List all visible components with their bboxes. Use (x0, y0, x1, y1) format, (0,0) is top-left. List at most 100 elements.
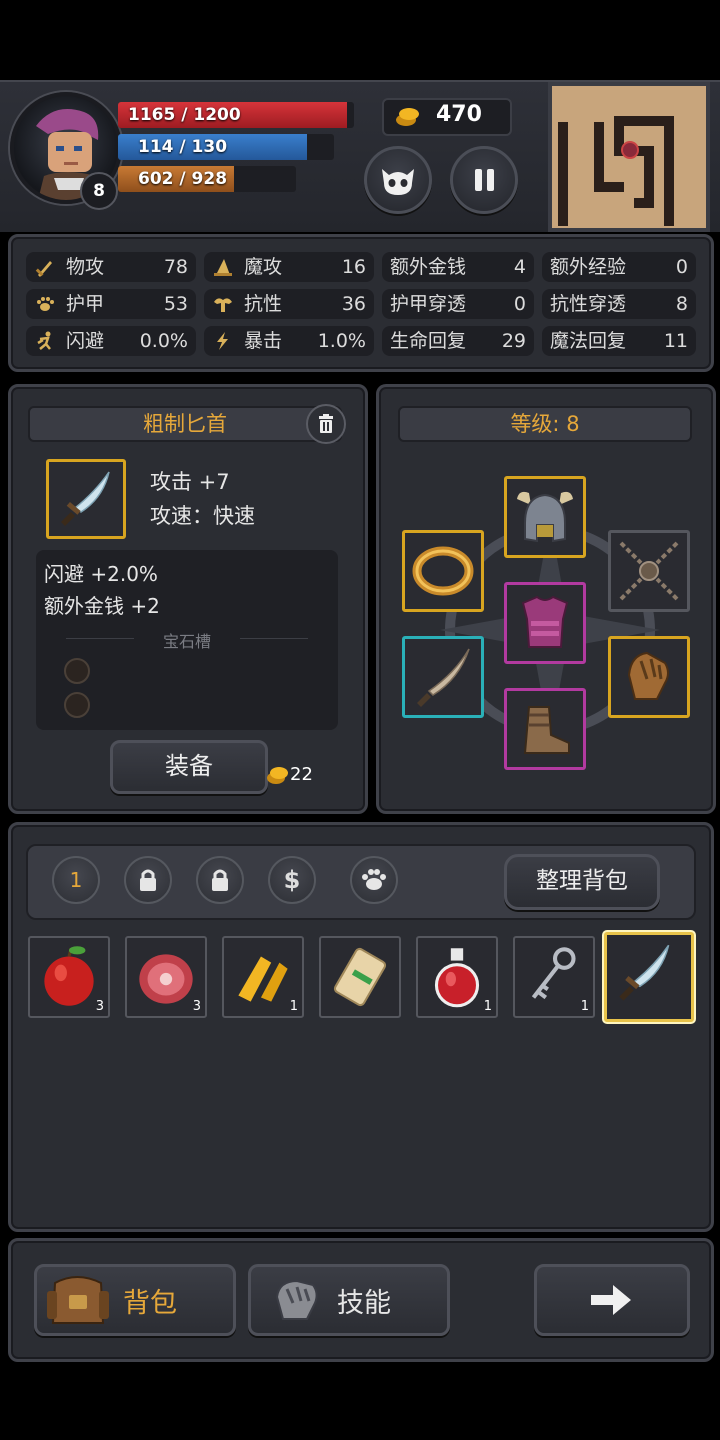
gold-amount: 470 (436, 102, 482, 127)
stat-value: 16 (341, 256, 366, 278)
monster-info-button[interactable] (364, 146, 432, 214)
stat-label: 闪避 (66, 330, 105, 352)
skills-tab-label: 技能 (337, 1288, 391, 1319)
lock-icon (212, 869, 228, 891)
paw-icon (362, 869, 386, 890)
inventory-slot[interactable] (604, 932, 694, 1022)
item-sell-price: 22 (290, 764, 313, 785)
equip-slot-helmet[interactable] (504, 476, 586, 558)
sword-icon (35, 261, 52, 277)
item-count: 1 (580, 999, 589, 1014)
stat-cell: 闪避 0.0% (26, 326, 196, 356)
gem-slot-1[interactable] (64, 658, 90, 684)
bag-page-tab-locked-1[interactable] (124, 856, 172, 904)
inventory-slot[interactable]: 1 (416, 936, 498, 1018)
ring-icon (412, 546, 474, 596)
equipment-level-header: 等级: 8 (398, 406, 692, 442)
inventory-slot[interactable] (319, 936, 401, 1018)
chain-amulet-icon (619, 541, 679, 601)
bag-tab-label: 背包 (123, 1288, 177, 1319)
stat-cell: 魔攻 16 (204, 252, 374, 282)
inventory-slot[interactable]: 3 (28, 936, 110, 1018)
weapon-blade-icon (417, 648, 470, 707)
stat-cell: 暴击 1.0% (204, 326, 374, 356)
stat-cell: 额外经验 0 (542, 252, 696, 282)
item-name-header: 粗制匕首 (28, 406, 342, 442)
item-preview-slot (46, 459, 126, 539)
xp-bar: 602 / 928 (118, 166, 296, 192)
stat-label: 抗性 (244, 293, 283, 315)
stat-value: 4 (513, 256, 526, 278)
equip-slot-armor[interactable] (504, 582, 586, 664)
minimap[interactable] (548, 82, 710, 232)
inventory-slot[interactable]: 3 (125, 936, 207, 1018)
lightning-icon (217, 332, 228, 350)
bag-tab-button[interactable]: 背包 (34, 1264, 236, 1336)
bag-page-tab-locked-2[interactable] (196, 856, 244, 904)
pet-filter-tab[interactable] (350, 856, 398, 904)
hp-text: 1165 / 1200 (128, 105, 241, 125)
item-name: 粗制匕首 (143, 412, 227, 436)
running-icon (37, 331, 51, 350)
inventory-slot[interactable]: 1 (513, 936, 595, 1018)
trash-icon (319, 414, 333, 433)
gem-slots-label: 宝石槽 (162, 632, 211, 651)
sell-filter-tab[interactable]: $ (268, 856, 316, 904)
xp-text: 602 / 928 (138, 169, 228, 189)
discard-item-button[interactable] (306, 404, 346, 444)
item-speed-stat: 攻速：快速 (150, 504, 255, 528)
equip-button[interactable]: 装备 (110, 740, 268, 794)
sort-bag-button[interactable]: 整理背包 (504, 854, 660, 910)
item-count: 1 (483, 999, 492, 1014)
pause-icon (475, 169, 494, 191)
dagger-icon (61, 471, 110, 526)
fist-icon (275, 1279, 318, 1320)
skull-monster-icon (382, 169, 414, 195)
stat-cell: 抗性穿透 8 (542, 289, 696, 319)
stat-label: 物攻 (66, 256, 105, 278)
boots-icon (523, 706, 570, 754)
horned-helmet-icon (517, 491, 573, 543)
player-level-badge: 8 (80, 172, 118, 210)
item-count: 1 (289, 999, 298, 1014)
stat-label: 暴击 (244, 330, 283, 352)
stat-cell: 额外金钱 4 (382, 252, 534, 282)
gold-coin-icon (267, 767, 288, 784)
item-bonus-gold: 额外金钱 +2 (44, 594, 160, 618)
stat-label: 护甲穿透 (390, 293, 467, 315)
stat-cell: 魔法回复 11 (542, 326, 696, 356)
stat-value: 0.0% (139, 330, 188, 352)
item-bonus-box: 闪避 +2.0% 额外金钱 +2 宝石槽 (36, 550, 338, 730)
item-count: 3 (192, 999, 201, 1014)
backpack-icon (47, 1276, 109, 1324)
equip-slot-weapon[interactable] (402, 636, 484, 718)
stat-label: 护甲 (66, 293, 105, 315)
mp-text: 114 / 130 (138, 137, 228, 157)
skills-tab-button[interactable]: 技能 (248, 1264, 450, 1336)
stat-value: 11 (663, 330, 688, 352)
stat-value: 53 (163, 293, 188, 315)
next-button[interactable] (534, 1264, 690, 1336)
bag-page-tab-1[interactable]: 1 (52, 856, 100, 904)
item-count: 3 (95, 999, 104, 1014)
equip-slot-gloves[interactable] (608, 636, 690, 718)
dagger-icon (619, 944, 670, 1001)
equipment-level: 等级: 8 (510, 412, 580, 436)
dollar-icon: $ (283, 866, 301, 894)
equip-slot-ring[interactable] (402, 530, 484, 612)
equip-slot-amulet[interactable] (608, 530, 690, 612)
stat-value: 29 (501, 330, 526, 352)
gloves-icon (627, 651, 669, 700)
lock-icon (140, 869, 156, 891)
muscle-icon (214, 298, 232, 312)
equip-slot-boots[interactable] (504, 688, 586, 770)
mp-bar: 114 / 130 (118, 134, 334, 160)
stat-cell: 护甲 53 (26, 289, 196, 319)
stat-cell: 护甲穿透 0 (382, 289, 534, 319)
stat-value: 78 (163, 256, 188, 278)
gem-slot-2[interactable] (64, 692, 90, 718)
stat-cell: 物攻 78 (26, 252, 196, 282)
pause-button[interactable] (450, 146, 518, 214)
stat-value: 1.0% (317, 330, 366, 352)
inventory-slot[interactable]: 1 (222, 936, 304, 1018)
